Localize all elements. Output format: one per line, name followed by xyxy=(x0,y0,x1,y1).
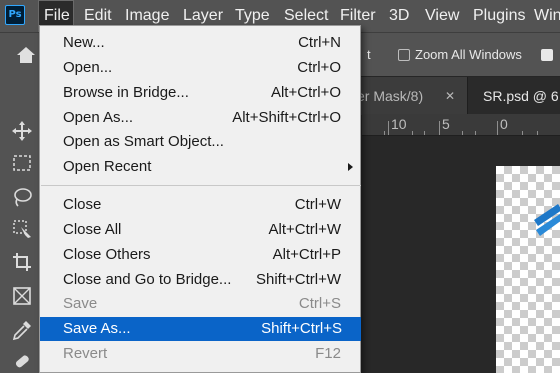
menu-item-new[interactable]: New... Ctrl+N xyxy=(40,31,360,55)
menu-item-label: Save As... xyxy=(63,320,131,337)
lasso-icon[interactable] xyxy=(11,186,33,208)
file-menu-dropdown: New... Ctrl+N Open... Ctrl+O Browse in B… xyxy=(39,25,361,373)
menu-item-shortcut: Ctrl+S xyxy=(298,295,341,312)
tab-close-icon[interactable]: ✕ xyxy=(445,77,455,115)
ruler-tick xyxy=(497,121,498,135)
eyedropper-icon[interactable] xyxy=(11,319,33,341)
ruler-tick xyxy=(462,131,463,135)
menu-item-label: New... xyxy=(63,34,105,51)
menu-item-shortcut: Shift+Ctrl+W xyxy=(255,271,341,288)
menu-item-label: Open Recent xyxy=(63,158,152,175)
menu-plugins[interactable]: Plugins xyxy=(473,0,525,32)
ruler-tick xyxy=(388,121,389,135)
menu-item-open-smart-object[interactable]: Open as Smart Object... xyxy=(40,130,360,154)
menu-item-revert[interactable]: Revert F12 xyxy=(40,342,360,366)
horizontal-ruler: 10 5 0 xyxy=(362,114,560,136)
menu-item-save-as[interactable]: Save As... Shift+Ctrl+S xyxy=(40,317,361,341)
tab-active-document[interactable]: SR.psd @ 6 xyxy=(467,77,560,115)
canvas-artwork xyxy=(534,204,560,236)
ruler-tick xyxy=(522,131,523,135)
menu-item-shortcut: Alt+Ctrl+O xyxy=(270,84,341,101)
menu-item-label: Open as Smart Object... xyxy=(63,133,224,150)
menu-item-open-as[interactable]: Open As... Alt+Shift+Ctrl+O xyxy=(40,106,360,130)
tab-inactive-document[interactable]: er Mask/8) ✕ xyxy=(345,77,467,115)
menu-view[interactable]: View xyxy=(425,0,459,32)
menu-item-open-recent[interactable]: Open Recent xyxy=(40,155,360,179)
menu-item-shortcut: Ctrl+O xyxy=(297,59,341,76)
healing-brush-icon[interactable] xyxy=(11,350,33,372)
menu-item-shortcut: Alt+Ctrl+W xyxy=(268,221,341,238)
quick-select-icon[interactable] xyxy=(11,218,33,240)
zoom-all-windows-label: Zoom All Windows xyxy=(415,47,522,62)
menu-item-save[interactable]: Save Ctrl+S xyxy=(40,292,360,316)
menu-item-close-all[interactable]: Close All Alt+Ctrl+W xyxy=(40,218,360,242)
menu-item-label: Close Others xyxy=(63,246,151,263)
menu-item-shortcut: F12 xyxy=(315,345,341,362)
menu-item-browse-in-bridge[interactable]: Browse in Bridge... Alt+Ctrl+O xyxy=(40,81,360,105)
menu-item-label: Save xyxy=(63,295,98,312)
menu-item-label: Open... xyxy=(63,59,113,76)
menu-item-open[interactable]: Open... Ctrl+O xyxy=(40,56,360,80)
workspace xyxy=(362,136,560,373)
ruler-tick xyxy=(475,131,476,135)
frame-icon[interactable] xyxy=(11,285,33,307)
menu-item-label: Close and Go to Bridge... xyxy=(63,271,232,288)
marquee-icon[interactable] xyxy=(11,152,33,174)
menu-item-label: Close All xyxy=(63,221,122,238)
menu-separator xyxy=(41,185,361,186)
menu-item-shortcut: Alt+Shift+Ctrl+O xyxy=(232,109,341,126)
move-icon[interactable] xyxy=(11,120,33,142)
ruler-label: 5 xyxy=(442,116,450,132)
option-checkbox-checked[interactable] xyxy=(541,49,553,61)
menu-item-shortcut: Ctrl+W xyxy=(294,196,341,213)
tools-panel xyxy=(0,76,40,373)
ruler-tick xyxy=(439,121,440,135)
tab-inactive-label: er Mask/8) xyxy=(357,88,424,104)
menu-item-label: Open As... xyxy=(63,109,134,126)
ruler-tick xyxy=(424,131,425,135)
menu-item-shortcut: Alt+Ctrl+P xyxy=(272,246,341,263)
menu-item-close-go-to-bridge[interactable]: Close and Go to Bridge... Shift+Ctrl+W xyxy=(40,268,360,292)
menu-item-close[interactable]: Close Ctrl+W xyxy=(40,193,360,217)
ruler-label: 10 xyxy=(391,116,407,132)
menu-window[interactable]: Win xyxy=(534,0,560,32)
submenu-arrow-icon xyxy=(348,163,353,171)
menu-item-label: Close xyxy=(63,196,102,213)
photoshop-logo: Ps xyxy=(5,5,25,25)
document-canvas[interactable] xyxy=(496,166,560,373)
ruler-label: 0 xyxy=(500,116,508,132)
option-partial-label: t xyxy=(367,47,371,62)
menu-item-label: Revert xyxy=(63,345,108,362)
tab-active-label: SR.psd @ 6 xyxy=(483,88,559,104)
home-icon[interactable] xyxy=(16,46,36,64)
ruler-tick xyxy=(412,131,413,135)
menu-item-label: Browse in Bridge... xyxy=(63,84,189,101)
zoom-all-windows-checkbox[interactable] xyxy=(398,49,410,61)
menu-item-close-others[interactable]: Close Others Alt+Ctrl+P xyxy=(40,243,360,267)
menu-item-shortcut: Ctrl+N xyxy=(298,34,341,51)
crop-icon[interactable] xyxy=(11,251,33,273)
menu-3d[interactable]: 3D xyxy=(389,0,409,32)
ruler-tick xyxy=(384,131,385,135)
menu-item-shortcut: Shift+Ctrl+S xyxy=(261,320,342,337)
ruler-tick xyxy=(537,131,538,135)
